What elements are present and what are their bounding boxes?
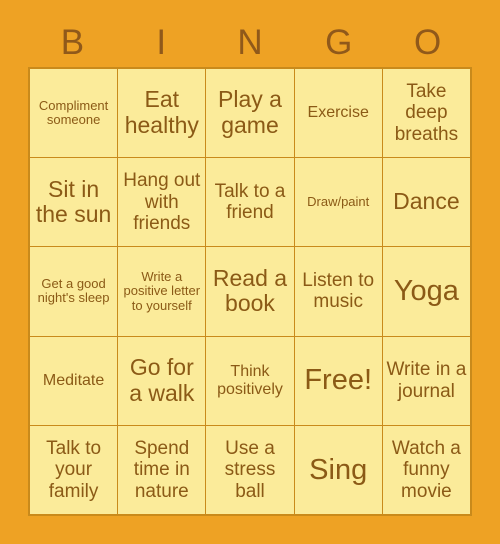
bingo-header-letter-n: N [237, 22, 263, 62]
bingo-cell[interactable]: Talk to your family [30, 425, 118, 514]
bingo-cell-label: Listen to music [302, 270, 375, 313]
bingo-cell[interactable]: Dance [382, 158, 470, 247]
bingo-cell-label: Go for a walk [129, 353, 195, 406]
bingo-cell-label: Use a stress ball [224, 437, 276, 502]
bingo-cell[interactable]: Read a book [206, 247, 294, 336]
bingo-cell-label: Compliment someone [38, 97, 109, 128]
bingo-grid-border: Compliment someone Eat healthy Play a ga… [28, 67, 472, 516]
bingo-cell-label: Yoga [393, 275, 459, 308]
bingo-cell[interactable]: Hang out with friends [118, 158, 206, 247]
bingo-cell-label: Draw/paint [307, 194, 370, 210]
bingo-cell[interactable]: Yoga [382, 247, 470, 336]
bingo-header-letter-g: G [325, 22, 353, 62]
bingo-header-letter-o: O [413, 22, 442, 62]
bingo-cell[interactable]: Go for a walk [118, 336, 206, 425]
bingo-grid: Compliment someone Eat healthy Play a ga… [30, 69, 470, 514]
bingo-cell[interactable]: Get a good night's sleep [30, 247, 118, 336]
bingo-cell[interactable]: Listen to music [294, 247, 382, 336]
bingo-cell-label: Sit in the sun [35, 175, 112, 228]
bingo-cell-label: Talk to a friend [214, 181, 286, 224]
bingo-cell-label: Watch a funny movie [391, 437, 461, 502]
bingo-cell-free[interactable]: Free! [294, 336, 382, 425]
bingo-cell-label: Talk to your family [46, 437, 102, 502]
bingo-cell-label: Think positively [217, 362, 283, 398]
bingo-cell[interactable]: Take deep breaths [382, 69, 470, 158]
bingo-cell[interactable]: Think positively [206, 336, 294, 425]
bingo-cell[interactable]: Eat healthy [118, 69, 206, 158]
bingo-cell-label: Sing [309, 453, 368, 486]
bingo-cell-label: Play a game [218, 86, 282, 139]
bingo-card: B I N G O Compliment someone Eat healthy… [0, 0, 500, 544]
bingo-cell-label: Meditate [42, 371, 105, 389]
bingo-cell[interactable]: Sing [294, 425, 382, 514]
bingo-header-letter-i: I [156, 22, 167, 62]
bingo-cell[interactable]: Sit in the sun [30, 158, 118, 247]
bingo-cell[interactable]: Meditate [30, 336, 118, 425]
bingo-cell-label: Spend time in nature [133, 437, 190, 502]
bingo-cell[interactable]: Play a game [206, 69, 294, 158]
bingo-cell[interactable]: Draw/paint [294, 158, 382, 247]
bingo-cell-label: Take deep breaths [394, 81, 459, 145]
bingo-cell[interactable]: Write in a journal [382, 336, 470, 425]
bingo-cell-label: Write a positive letter to yourself [123, 268, 201, 313]
bingo-cell[interactable]: Talk to a friend [206, 158, 294, 247]
bingo-cell[interactable]: Exercise [294, 69, 382, 158]
bingo-cell[interactable]: Compliment someone [30, 69, 118, 158]
bingo-cell-label: Exercise [307, 104, 369, 122]
bingo-cell[interactable]: Watch a funny movie [382, 425, 470, 514]
bingo-cell-label: Dance [393, 188, 460, 215]
bingo-cell[interactable]: Use a stress ball [206, 425, 294, 514]
bingo-cell-label: Write in a journal [386, 359, 467, 402]
bingo-cell-label: Eat healthy [124, 86, 199, 139]
bingo-cell-label: Read a book [212, 264, 288, 317]
bingo-header-row: B I N G O [28, 18, 472, 66]
bingo-cell[interactable]: Write a positive letter to yourself [118, 247, 206, 336]
bingo-cell[interactable]: Spend time in nature [118, 425, 206, 514]
bingo-cell-label: Free! [304, 364, 373, 397]
bingo-header-letter-b: B [60, 22, 85, 62]
bingo-cell-label: Get a good night's sleep [37, 275, 110, 306]
bingo-cell-label: Hang out with friends [123, 170, 201, 234]
